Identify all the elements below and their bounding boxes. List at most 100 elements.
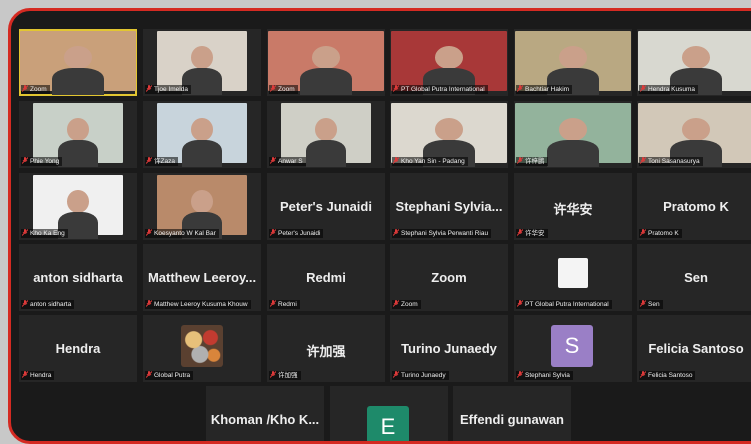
participant-display-name: Peter's Junaidi	[280, 199, 372, 214]
participant-name-label: Hendra Kusuma	[639, 85, 698, 94]
participant-tile[interactable]: Zoom	[267, 29, 385, 96]
muted-mic-icon	[270, 157, 276, 164]
participant-name-label: Tjoe Imelda	[145, 85, 191, 94]
person-figure	[435, 46, 463, 69]
participant-tile[interactable]: 许Zaza	[143, 101, 261, 168]
participant-video	[157, 103, 247, 168]
participant-caption: Koesyanto W Kal Bar	[154, 230, 216, 237]
participant-tile[interactable]: Matthew Leeroy... Matthew Leeroy Kusuma K…	[143, 244, 261, 311]
participant-video	[157, 31, 247, 96]
muted-mic-icon	[393, 371, 399, 378]
person-figure	[191, 190, 213, 213]
participant-name-label: Anwar S	[269, 157, 306, 166]
participant-tile[interactable]: S Stephani Sylvia	[514, 315, 632, 382]
muted-mic-icon	[517, 371, 523, 378]
participant-name-label: Zoom	[269, 85, 298, 94]
muted-mic-icon	[22, 300, 28, 307]
participant-name-label: Stephani Sylvia	[516, 371, 573, 380]
participant-name-label: Zoom	[21, 85, 50, 94]
person-figure	[67, 118, 89, 141]
participant-tile[interactable]: Kho Ka Eng	[19, 173, 137, 240]
person-figure	[191, 118, 213, 141]
participant-caption: Peter's Junaidi	[278, 230, 321, 237]
participant-caption: Redmi	[278, 301, 297, 308]
participant-caption: Hendra Kusuma	[648, 86, 695, 93]
participant-caption: 许加强	[278, 372, 298, 379]
participant-tile[interactable]: Stephani Sylvia... Stephani Sylvia Perwan…	[390, 173, 508, 240]
participant-tile[interactable]: 许加强 许加强	[267, 315, 385, 382]
participant-tile[interactable]: Effendi gunawan	[453, 386, 571, 441]
participant-caption: Felicia Santoso	[648, 372, 693, 379]
participant-tile[interactable]: Phie Yong	[19, 101, 137, 168]
participant-caption: Pratomo K	[648, 230, 679, 237]
participant-video	[391, 31, 507, 96]
participant-tile[interactable]: Sen Sen	[637, 244, 751, 311]
participant-tile[interactable]: Koesyanto W Kal Bar	[143, 173, 261, 240]
participant-name-label: Stephani Sylvia Perwanti Riau	[392, 229, 492, 238]
participant-tile[interactable]: Anwar S	[267, 101, 385, 168]
person-figure	[682, 46, 710, 69]
participant-name-label: Zoom	[392, 300, 421, 309]
muted-mic-icon	[517, 300, 523, 307]
participant-display-name: Matthew Leeroy...	[147, 270, 257, 285]
person-body	[306, 140, 346, 168]
muted-mic-icon	[640, 371, 646, 378]
participant-tile[interactable]: Global Putra	[143, 315, 261, 382]
participant-display-name: 许加强	[306, 344, 346, 359]
participant-tile[interactable]: Felicia Santoso Felicia Santoso	[637, 315, 751, 382]
muted-mic-icon	[393, 85, 399, 92]
muted-mic-icon	[146, 85, 152, 92]
person-figure	[559, 46, 587, 69]
participant-tile[interactable]: Peter's Junaidi Peter's Junaidi	[267, 173, 385, 240]
participant-tile[interactable]: anton sidharta anton sidharta	[19, 244, 137, 311]
participant-tile[interactable]: Tjoe Imelda	[143, 29, 261, 96]
participant-video	[33, 103, 123, 168]
participant-tile[interactable]: Turino Junaedy Turino Junaedy	[390, 315, 508, 382]
participant-tile[interactable]: Redmi Redmi	[267, 244, 385, 311]
participant-display-name: Stephani Sylvia...	[395, 199, 503, 214]
participant-caption: 许梓鹏	[525, 158, 545, 165]
muted-mic-icon	[393, 157, 399, 164]
participant-name-label: PT Global Putra International	[516, 300, 612, 309]
participant-video	[157, 175, 247, 240]
participant-tile[interactable]: Kho Yan Sin - Padang	[390, 101, 508, 168]
muted-mic-icon	[393, 300, 399, 307]
participant-tile[interactable]: Toni Sasanasurya	[637, 101, 751, 168]
participant-caption: Phie Yong	[30, 158, 60, 165]
participant-name-label: 许加强	[269, 371, 301, 380]
muted-mic-icon	[146, 300, 152, 307]
participant-name-label: Global Putra	[145, 371, 194, 380]
participant-caption: Zoom	[30, 86, 47, 93]
participant-name-label: Phie Yong	[21, 157, 63, 166]
participant-caption: Zoom	[278, 86, 295, 93]
person-body	[52, 68, 104, 96]
participant-tile[interactable]: 许华安 许华安	[514, 173, 632, 240]
muted-mic-icon	[146, 157, 152, 164]
participant-tile[interactable]: PT Global Putra International	[514, 244, 632, 311]
person-figure	[559, 118, 587, 141]
participant-tile[interactable]: 许梓鹏	[514, 101, 632, 168]
participant-display-name: Pratomo K	[663, 199, 729, 214]
participant-display-name: Sen	[684, 270, 708, 285]
participant-tile[interactable]: Bachtiar Hakim	[514, 29, 632, 96]
participant-tile[interactable]: PT Global Putra International	[390, 29, 508, 96]
participant-caption: 许Zaza	[154, 158, 175, 165]
muted-mic-icon	[640, 85, 646, 92]
participant-display-name: anton sidharta	[33, 270, 123, 285]
zoom-gallery-frame: Zoom Tjoe Imelda Zoom PT Global Putra Inter…	[8, 8, 751, 444]
participant-tile[interactable]: E	[330, 386, 448, 441]
participant-tile[interactable]: Hendra Kusuma	[637, 29, 751, 96]
participant-tile[interactable]: Pratomo K Pratomo K	[637, 173, 751, 240]
muted-mic-icon	[270, 371, 276, 378]
participant-tile[interactable]: Khoman /Kho K...	[206, 386, 324, 441]
participant-name-label: Toni Sasanasurya	[639, 157, 703, 166]
participant-video	[20, 31, 136, 96]
participant-tile[interactable]: Zoom Zoom	[390, 244, 508, 311]
participant-tile[interactable]: Zoom	[19, 29, 137, 96]
participant-caption: 许华安	[525, 230, 545, 237]
muted-mic-icon	[640, 157, 646, 164]
participant-name-label: Koesyanto W Kal Bar	[145, 229, 219, 238]
participant-name-label: Sen	[639, 300, 663, 309]
participant-caption: Kho Ka Eng	[30, 230, 65, 237]
participant-tile[interactable]: Hendra Hendra	[19, 315, 137, 382]
